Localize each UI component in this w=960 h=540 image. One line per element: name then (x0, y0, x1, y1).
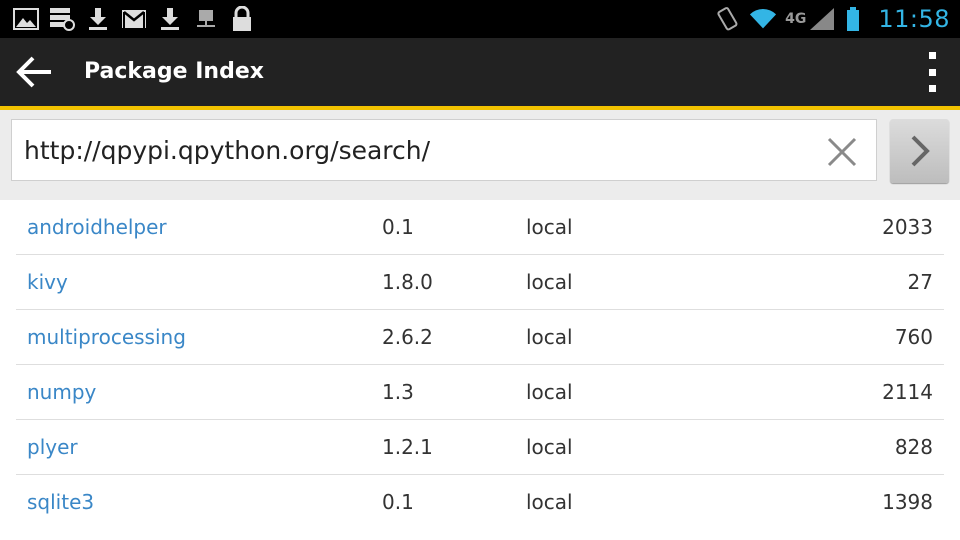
go-button[interactable] (890, 119, 949, 183)
back-button[interactable] (10, 48, 60, 96)
notification-icons (12, 6, 264, 32)
package-count: 828 (894, 435, 933, 459)
url-input[interactable] (11, 119, 877, 181)
package-count: 2114 (882, 380, 933, 404)
package-version: 1.2.1 (382, 435, 433, 459)
download-icon (84, 7, 112, 31)
system-status: 4G 11:58 (713, 0, 950, 38)
package-count: 2033 (882, 215, 933, 239)
package-version: 1.8.0 (382, 270, 433, 294)
signal-icon (808, 7, 836, 31)
menu-dot (928, 68, 936, 76)
image-icon (12, 7, 40, 31)
package-source: local (526, 490, 573, 514)
vibrate-icon (713, 7, 741, 31)
close-icon (827, 137, 857, 167)
page-title: Package Index (84, 59, 264, 84)
package-source: local (526, 215, 573, 239)
overflow-menu-button[interactable] (922, 52, 942, 92)
package-version: 0.1 (382, 490, 414, 514)
table-row: multiprocessing 2.6.2 local 760 (16, 310, 944, 365)
package-name-link[interactable]: numpy (27, 365, 96, 419)
package-count: 27 (907, 270, 933, 294)
clear-url-button[interactable] (822, 133, 862, 171)
package-name-link[interactable]: androidhelper (27, 200, 167, 254)
menu-dot (928, 85, 936, 92)
package-source: local (526, 325, 573, 349)
package-name-link[interactable]: multiprocessing (27, 310, 186, 364)
lock-icon (228, 6, 256, 31)
clock: 11:58 (878, 5, 950, 33)
gmail-icon (120, 7, 148, 31)
battery-icon (844, 7, 862, 31)
package-name-link[interactable]: plyer (27, 420, 78, 474)
back-arrow-icon (16, 56, 51, 88)
table-row: androidhelper 0.1 local 2033 (16, 200, 944, 255)
package-source: local (526, 380, 573, 404)
sync-icon (48, 7, 76, 31)
network-drive-icon (192, 7, 220, 31)
table-row: plyer 1.2.1 local 828 (16, 420, 944, 475)
download-icon (156, 7, 184, 31)
package-version: 0.1 (382, 215, 414, 239)
menu-dot (928, 52, 936, 59)
chevron-right-icon (911, 135, 930, 167)
package-name-link[interactable]: sqlite3 (27, 475, 94, 529)
package-version: 2.6.2 (382, 325, 433, 349)
package-name-link[interactable]: kivy (27, 255, 68, 309)
package-version: 1.3 (382, 380, 414, 404)
network-type: 4G (785, 11, 807, 27)
table-row: sqlite3 0.1 local 1398 (16, 475, 944, 529)
package-table: androidhelper 0.1 local 2033 kivy 1.8.0 … (16, 200, 944, 529)
table-row: numpy 1.3 local 2114 (16, 365, 944, 420)
table-row: kivy 1.8.0 local 27 (16, 255, 944, 310)
package-source: local (526, 270, 573, 294)
wifi-icon (749, 7, 777, 31)
package-source: local (526, 435, 573, 459)
package-count: 1398 (882, 490, 933, 514)
action-bar: Package Index (0, 38, 960, 106)
status-bar: 4G 11:58 (0, 0, 960, 38)
package-count: 760 (894, 325, 933, 349)
